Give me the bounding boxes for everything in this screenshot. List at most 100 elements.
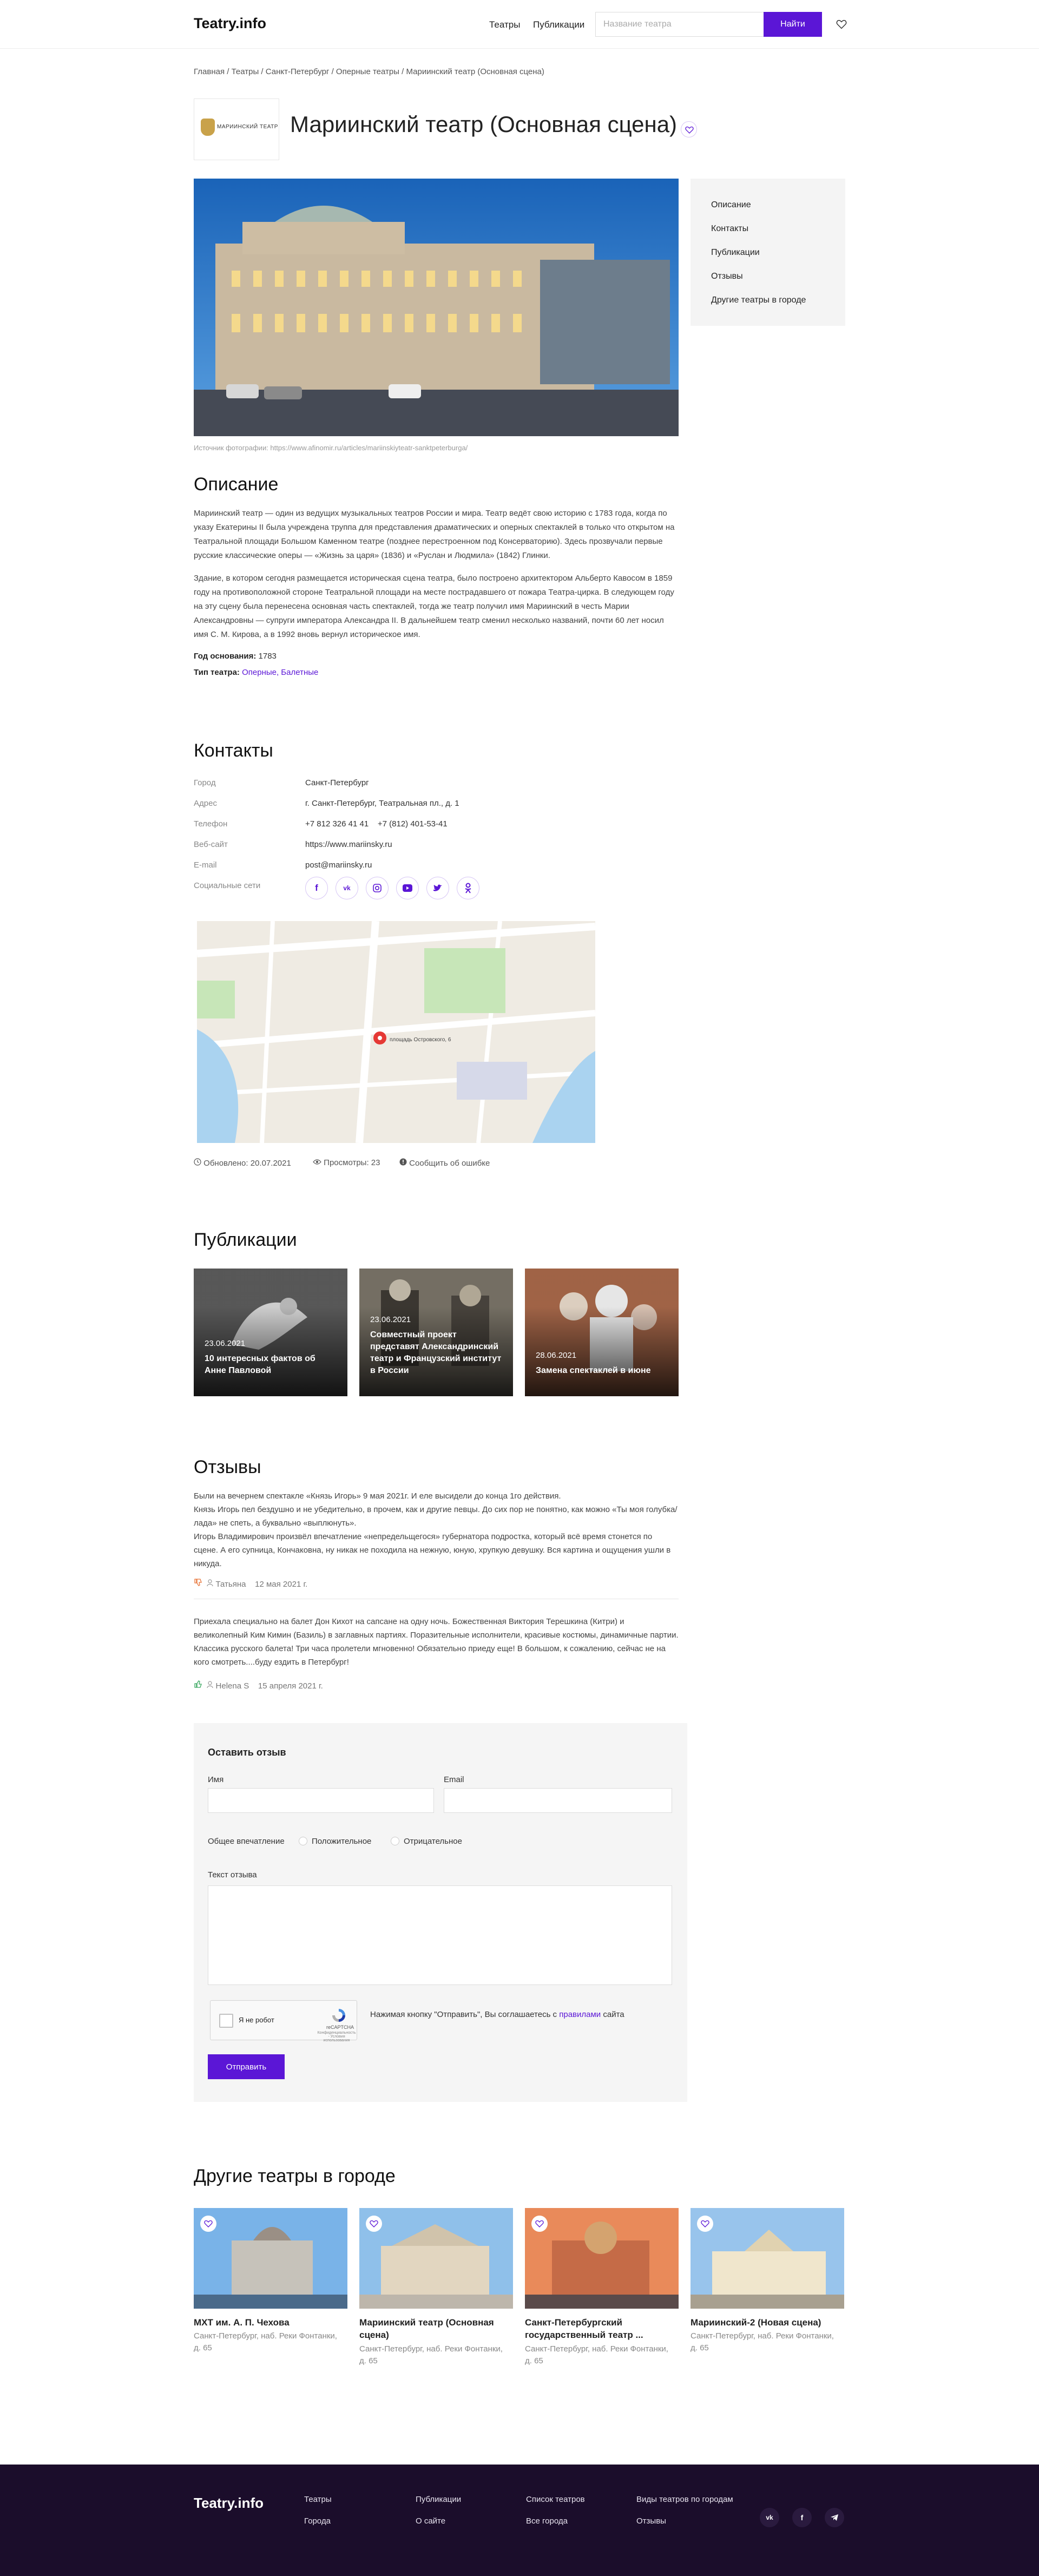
side-nav-reviews[interactable]: Отзывы [711, 272, 845, 295]
report-error-link[interactable]: Сообщить об ошибке [399, 1158, 490, 1168]
contact-phone: Телефон +7 812 326 41 41 +7 (812) 401-53-… [194, 819, 679, 834]
heart-icon [370, 2220, 378, 2227]
theatre-card-name[interactable]: Санкт-Петербургский государственный теат… [525, 2316, 676, 2341]
location-map[interactable]: площадь Островского, 6 [197, 921, 595, 1143]
positive-label[interactable]: Положительное [312, 1837, 371, 1846]
vk-icon[interactable]: vk [336, 877, 358, 899]
views-text: Просмотры: 23 [324, 1158, 380, 1167]
side-nav-other-theatres[interactable]: Другие театры в городе [711, 295, 845, 319]
footer-facebook-icon[interactable]: f [792, 2508, 812, 2527]
contact-label: Веб-сайт [194, 840, 228, 849]
breadcrumb[interactable]: Главная / Театры / Санкт-Петербург / Опе… [194, 67, 544, 76]
form-title: Оставить отзыв [208, 1747, 286, 1758]
instagram-icon[interactable] [366, 877, 389, 899]
twitter-icon[interactable] [426, 877, 449, 899]
favorites-heart-icon[interactable] [836, 18, 847, 30]
report-text[interactable]: Сообщить об ошибке [409, 1159, 490, 1168]
footer-link-theatre-types[interactable]: Виды театров по городам [636, 2495, 733, 2504]
search-button[interactable]: Найти [764, 12, 822, 37]
footer-telegram-icon[interactable] [825, 2508, 844, 2527]
review-author: Helena S [215, 1681, 249, 1691]
heart-icon [701, 2220, 709, 2227]
review-text: Приехала специально на балет Дон Кихот н… [194, 1617, 679, 1667]
founded-year: Год основания: 1783 [194, 652, 277, 661]
card-favorite-button[interactable] [200, 2216, 216, 2232]
agree-text: Нажимая кнопку "Отправить", Вы соглашает… [370, 2010, 624, 2019]
site-logo[interactable]: Teatry.info [194, 15, 266, 32]
footer-link-theatres[interactable]: Театры [304, 2495, 332, 2504]
submit-review-button[interactable]: Отправить [208, 2054, 285, 2079]
theatre-card-name[interactable]: Мариинский-2 (Новая сцена) [691, 2316, 842, 2329]
publication-date: 23.06.2021 [205, 1339, 246, 1348]
card-favorite-button[interactable] [366, 2216, 382, 2232]
heart-icon [535, 2220, 544, 2227]
text-label: Текст отзыва [208, 1870, 257, 1880]
contact-label: E-mail [194, 860, 217, 870]
side-nav-contacts[interactable]: Контакты [711, 224, 845, 248]
publication-title[interactable]: 10 интересных фактов об Анне Павловой [205, 1353, 338, 1377]
photo-source[interactable]: Источник фотографии: https://www.afinomi… [194, 444, 468, 452]
theatre-card-name[interactable]: Мариинский театр (Основная сцена) [359, 2316, 511, 2341]
type-value[interactable]: Оперные, Балетные [242, 668, 318, 677]
negative-label[interactable]: Отрицательное [404, 1837, 462, 1846]
facebook-icon[interactable]: f [305, 877, 328, 899]
footer-link-about[interactable]: О сайте [416, 2516, 445, 2526]
card-favorite-button[interactable] [531, 2216, 548, 2232]
clock-icon [194, 1158, 201, 1166]
negative-radio[interactable] [391, 1837, 399, 1845]
add-favorite-button[interactable] [681, 121, 697, 137]
nav-theatres[interactable]: Театры [489, 19, 520, 30]
publications-heading: Публикации [194, 1230, 297, 1250]
contact-label: Город [194, 778, 216, 787]
footer-link-theatre-list[interactable]: Список театров [526, 2495, 585, 2504]
eye-icon [313, 1159, 321, 1165]
positive-radio[interactable] [299, 1837, 307, 1845]
nav-publications[interactable]: Публикации [533, 19, 584, 30]
recaptcha-checkbox[interactable] [219, 2014, 233, 2028]
recaptcha-icon [332, 2009, 345, 2022]
footer-logo[interactable]: Teatry.info [194, 2495, 264, 2512]
publication-title[interactable]: Замена спектаклей в июне [536, 1365, 669, 1377]
review-meta: Helena S 15 апреля 2021 г. [194, 1680, 323, 1691]
side-nav-publications[interactable]: Публикации [711, 248, 845, 272]
views-count: Просмотры: 23 [313, 1158, 380, 1167]
contact-label: Телефон [194, 819, 228, 829]
footer-link-reviews[interactable]: Отзывы [636, 2516, 666, 2526]
review-date: 12 мая 2021 г. [255, 1580, 308, 1589]
publication-card[interactable]: 23.06.2021 10 интересных фактов об Анне … [194, 1269, 347, 1396]
contact-website-link[interactable]: https://www.mariinsky.ru [305, 840, 392, 849]
card-shade [525, 1269, 679, 1396]
recaptcha-brand: reCAPTCHA [326, 2025, 354, 2030]
user-icon [207, 1681, 213, 1688]
rules-link[interactable]: правилами [559, 2010, 601, 2019]
theatre-card-address: Санкт-Петербург, наб. Реки Фонтанки, д. … [359, 2344, 503, 2365]
publication-date: 28.06.2021 [536, 1351, 577, 1360]
contact-phone-value[interactable]: +7 812 326 41 41 +7 (812) 401-53-41 [305, 819, 448, 829]
side-nav-description[interactable]: Описание [711, 200, 845, 224]
youtube-icon[interactable] [396, 877, 419, 899]
description-paragraph-2: Здание, в котором сегодня размещается ис… [194, 574, 674, 639]
review-textarea[interactable] [208, 1885, 672, 1985]
email-label: Email [444, 1775, 464, 1784]
recaptcha-legal[interactable]: Конфиденциальность - Условия использован… [317, 2031, 357, 2042]
founded-label: Год основания: [194, 652, 257, 661]
footer-link-publications[interactable]: Публикации [416, 2495, 461, 2504]
publication-date: 23.06.2021 [370, 1315, 411, 1324]
footer-link-cities[interactable]: Города [304, 2516, 331, 2526]
footer-vk-icon[interactable]: vk [760, 2508, 779, 2527]
odnoklassniki-icon[interactable] [457, 877, 479, 899]
card-favorite-button[interactable] [697, 2216, 713, 2232]
email-field[interactable] [444, 1788, 672, 1813]
info-icon [399, 1158, 407, 1166]
theatre-card-address: Санкт-Петербург, наб. Реки Фонтанки, д. … [691, 2331, 834, 2352]
contact-email-link[interactable]: post@mariinsky.ru [305, 860, 372, 870]
name-field[interactable] [208, 1788, 434, 1813]
search-input[interactable] [595, 12, 764, 37]
publication-card[interactable]: 28.06.2021 Замена спектаклей в июне [525, 1269, 679, 1396]
footer-link-all-cities[interactable]: Все города [526, 2516, 568, 2526]
publication-title[interactable]: Совместный проект представят Александрин… [370, 1329, 503, 1377]
recaptcha-widget[interactable]: Я не робот reCAPTCHA Конфиденциальность … [210, 2000, 357, 2042]
review-meta: Татьяна 12 мая 2021 г. [194, 1578, 307, 1589]
theatre-card-name[interactable]: МХТ им. А. П. Чехова [194, 2316, 345, 2329]
publication-card[interactable]: 23.06.2021 Совместный проект представят … [359, 1269, 513, 1396]
